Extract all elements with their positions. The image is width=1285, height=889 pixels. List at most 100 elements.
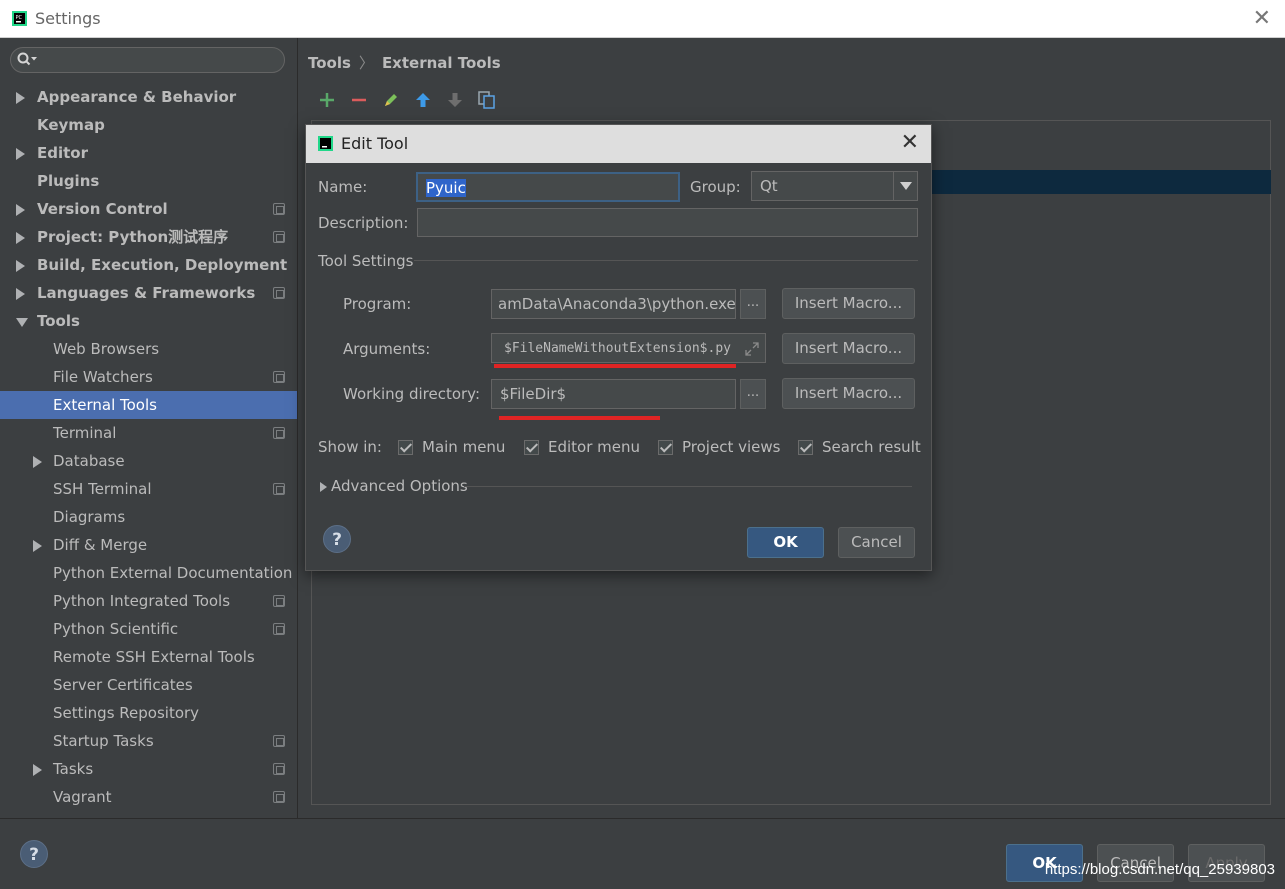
dialog-ok-button[interactable]: OK <box>747 527 824 558</box>
checkbox-checked-icon <box>658 439 673 455</box>
sidebar-item-label: Editor <box>37 144 88 162</box>
sidebar-item[interactable]: Terminal <box>0 419 297 447</box>
sidebar-item[interactable]: File Watchers <box>0 363 297 391</box>
chevron-right-icon[interactable] <box>16 92 25 104</box>
move-down-icon[interactable] <box>439 86 471 114</box>
breadcrumb-parent[interactable]: Tools <box>308 54 351 72</box>
sidebar-item[interactable]: Keymap <box>0 111 297 139</box>
project-scope-icon <box>273 595 285 607</box>
copy-icon[interactable] <box>471 86 503 114</box>
expand-right-icon[interactable] <box>320 482 327 492</box>
dialog-cancel-button[interactable]: Cancel <box>838 527 915 558</box>
project-views-checkbox[interactable]: Project views <box>658 438 780 456</box>
arguments-value: $FileNameWithoutExtension$.py <box>504 341 731 356</box>
sidebar-item[interactable]: Database <box>0 447 297 475</box>
program-browse-button[interactable]: ... <box>740 289 766 319</box>
tools-list-selected-row[interactable] <box>919 170 1271 194</box>
show-in-label: Show in: <box>318 438 382 456</box>
program-insert-macro-button[interactable]: Insert Macro... <box>782 288 915 319</box>
sidebar-item[interactable]: Languages & Frameworks <box>0 279 297 307</box>
sidebar-item-label: Terminal <box>53 424 117 442</box>
sidebar-item[interactable]: Python External Documentation <box>0 559 297 587</box>
watermark-text: https://blog.csdn.net/qq_25939803 <box>1044 861 1275 878</box>
sidebar-item-label: Languages & Frameworks <box>37 284 256 302</box>
checkbox-checked-icon <box>398 439 413 455</box>
tool-settings-divider <box>414 260 918 261</box>
project-scope-icon <box>273 371 285 383</box>
program-value: amData\Anaconda3\python.exe <box>498 295 736 313</box>
project-scope-icon <box>273 623 285 635</box>
expand-icon[interactable] <box>745 342 759 356</box>
sidebar-item[interactable]: External Tools <box>0 391 297 419</box>
sidebar-item[interactable]: Plugins <box>0 167 297 195</box>
sidebar-item[interactable]: Remote SSH External Tools <box>0 643 297 671</box>
chevron-down-icon[interactable] <box>16 318 28 327</box>
sidebar-item[interactable]: Settings Repository <box>0 699 297 727</box>
sidebar-item[interactable]: Vagrant <box>0 783 297 811</box>
chevron-right-icon[interactable] <box>16 288 25 300</box>
settings-help-button[interactable]: ? <box>20 840 48 868</box>
dialog-title: Edit Tool <box>341 134 409 153</box>
description-label: Description: <box>318 214 409 232</box>
sidebar-item[interactable]: Python Integrated Tools <box>0 587 297 615</box>
arguments-field[interactable]: $FileNameWithoutExtension$.py <box>491 333 766 363</box>
program-field[interactable]: amData\Anaconda3\python.exe <box>491 289 736 319</box>
name-field[interactable]: Pyuic <box>416 172 680 202</box>
editor-menu-checkbox-label: Editor menu <box>548 438 641 456</box>
sidebar-item[interactable]: Version Control <box>0 195 297 223</box>
sidebar-item[interactable]: Diff & Merge <box>0 531 297 559</box>
chevron-right-icon[interactable] <box>16 204 25 216</box>
remove-icon[interactable] <box>343 86 375 114</box>
sidebar-item[interactable]: Diagrams <box>0 503 297 531</box>
project-scope-icon <box>273 763 285 775</box>
sidebar-item-label: Python External Documentation <box>53 564 293 582</box>
main-menu-checkbox[interactable]: Main menu <box>398 438 505 456</box>
sidebar-item[interactable]: Server Certificates <box>0 671 297 699</box>
project-scope-icon <box>273 203 285 215</box>
arguments-insert-macro-button[interactable]: Insert Macro... <box>782 333 915 364</box>
search-result-checkbox[interactable]: Search result <box>798 438 921 456</box>
edit-icon[interactable] <box>375 86 407 114</box>
tool-settings-heading: Tool Settings <box>318 252 414 270</box>
advanced-options-toggle[interactable]: Advanced Options <box>331 477 468 495</box>
chevron-right-icon[interactable] <box>33 456 42 468</box>
dialog-help-button[interactable]: ? <box>323 525 351 553</box>
sidebar-item-label: Settings Repository <box>53 704 200 722</box>
move-up-icon[interactable] <box>407 86 439 114</box>
chevron-right-icon[interactable] <box>33 764 42 776</box>
settings-footer: ? OK Cancel Apply <box>0 818 1285 889</box>
chevron-right-icon[interactable] <box>33 540 42 552</box>
sidebar-item[interactable]: Tasks <box>0 755 297 783</box>
project-scope-icon <box>273 427 285 439</box>
group-select[interactable]: Qt <box>751 171 918 201</box>
working-directory-browse-button[interactable]: ... <box>740 379 766 409</box>
sidebar-item[interactable]: Web Browsers <box>0 335 297 363</box>
sidebar-item[interactable]: SSH Terminal <box>0 475 297 503</box>
sidebar-item[interactable]: Project: Python测试程序 <box>0 223 297 251</box>
dialog-close-icon[interactable]: ✕ <box>901 130 919 155</box>
sidebar-item[interactable]: Build, Execution, Deployment <box>0 251 297 279</box>
description-field[interactable] <box>417 208 918 237</box>
chevron-right-icon[interactable] <box>16 232 25 244</box>
sidebar-item[interactable]: Appearance & Behavior <box>0 83 297 111</box>
settings-search-input[interactable] <box>10 47 285 73</box>
sidebar-item-label: Python Integrated Tools <box>53 592 231 610</box>
window-title: Settings <box>35 9 101 28</box>
sidebar-item-label: Build, Execution, Deployment <box>37 256 288 274</box>
sidebar-item-label: Remote SSH External Tools <box>53 648 255 666</box>
working-directory-field[interactable]: $FileDir$ <box>491 379 736 409</box>
sidebar-item[interactable]: Python Scientific <box>0 615 297 643</box>
checkbox-checked-icon <box>524 439 539 455</box>
working-directory-insert-macro-button[interactable]: Insert Macro... <box>782 378 915 409</box>
window-close-icon[interactable]: ✕ <box>1253 6 1271 31</box>
add-icon[interactable] <box>311 86 343 114</box>
window-titlebar: PC Settings ✕ <box>0 0 1285 38</box>
group-label: Group: <box>690 178 741 196</box>
chevron-right-icon[interactable] <box>16 260 25 272</box>
chevron-right-icon[interactable] <box>16 148 25 160</box>
sidebar-item[interactable]: Tools <box>0 307 297 335</box>
editor-menu-checkbox[interactable]: Editor menu <box>524 438 640 456</box>
chevron-down-icon[interactable] <box>893 172 917 200</box>
sidebar-item[interactable]: Editor <box>0 139 297 167</box>
sidebar-item[interactable]: Startup Tasks <box>0 727 297 755</box>
